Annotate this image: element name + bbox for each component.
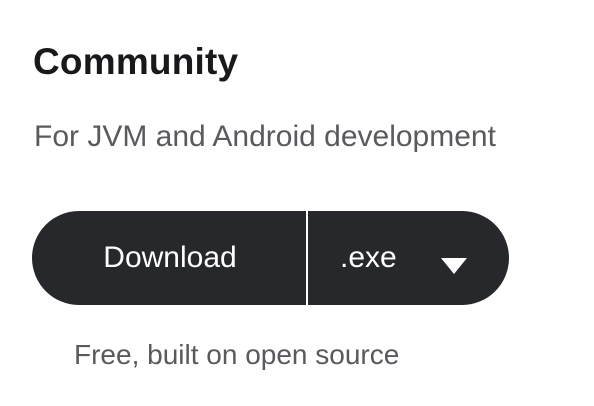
license-note: Free, built on open source — [74, 339, 400, 370]
edition-title: Community — [33, 41, 239, 82]
format-dropdown[interactable]: .exe — [308, 211, 509, 305]
chevron-down-icon — [440, 249, 468, 274]
format-selected-label: .exe — [340, 241, 397, 274]
download-button[interactable]: Download — [32, 211, 306, 305]
download-button-label: Download — [103, 241, 237, 274]
edition-subtitle: For JVM and Android development — [34, 120, 496, 153]
edition-card: Community For JVM and Android developmen… — [0, 0, 594, 406]
download-split-button: Download .exe — [32, 211, 509, 305]
